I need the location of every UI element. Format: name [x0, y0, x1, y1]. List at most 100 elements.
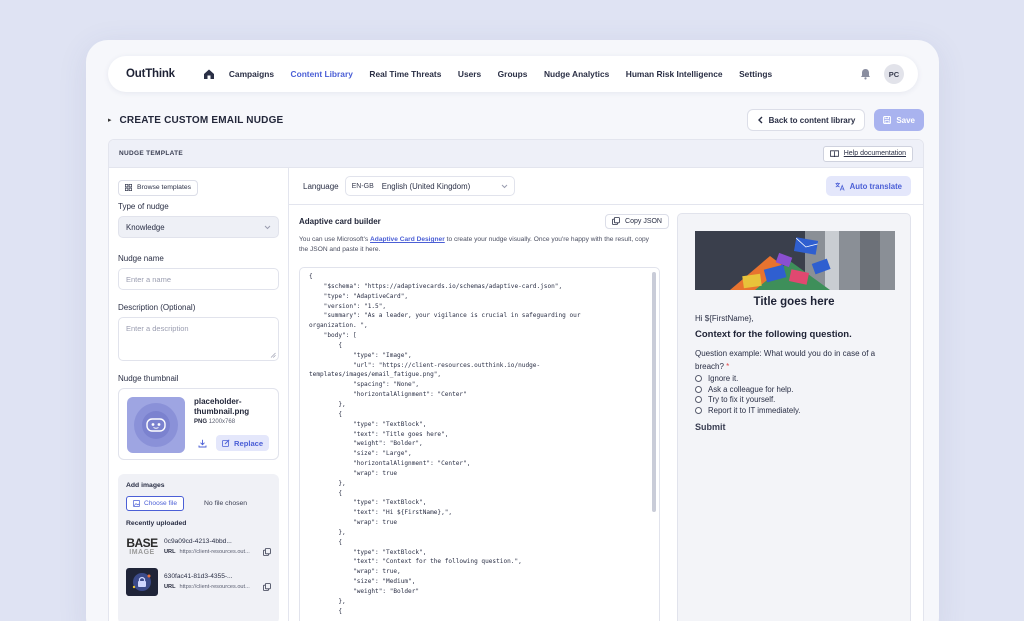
preview-context: Context for the following question.	[695, 329, 852, 340]
recent-item-url-row: URL https://client-resources.out...	[164, 548, 271, 556]
recent-item-id: 0c9a09cd-4213-4bbd...	[164, 538, 232, 545]
auto-translate-button[interactable]: Auto translate	[825, 176, 911, 196]
chevron-down-icon	[264, 225, 271, 229]
nav-content-library[interactable]: Content Library	[291, 69, 353, 79]
thumbnail-meta: PNG 1200x768	[194, 419, 269, 425]
option-label: Ignore it.	[708, 374, 739, 384]
description-placeholder: Enter a description	[126, 324, 189, 333]
language-select[interactable]: EN-GB English (United Kingdom)	[344, 176, 515, 196]
nav-groups[interactable]: Groups	[498, 69, 528, 79]
choose-file-label: Choose file	[144, 500, 177, 507]
builder-title: Adaptive card builder	[299, 216, 381, 226]
nav-human-risk-intelligence[interactable]: Human Risk Intelligence	[626, 69, 723, 79]
preview-option[interactable]: Ignore it.	[695, 374, 893, 383]
language-label: Language	[303, 181, 339, 191]
choose-file-button[interactable]: Choose file	[126, 496, 184, 511]
copy-icon[interactable]	[263, 548, 271, 556]
download-icon[interactable]	[194, 435, 210, 451]
copy-icon	[612, 217, 620, 225]
book-icon	[829, 150, 839, 157]
back-button-label: Back to content library	[768, 115, 856, 125]
nav-settings[interactable]: Settings	[739, 69, 772, 79]
base-image-thumbnail-bottom: IMAGE	[129, 549, 155, 556]
type-of-nudge-select[interactable]: Knowledge	[118, 216, 279, 238]
panel-header: NUDGE TEMPLATE Help documentation	[109, 140, 923, 168]
builder-description: You can use Microsoft's Adaptive Card De…	[299, 235, 659, 255]
editor-scrollbar[interactable]	[652, 272, 656, 512]
recent-item-info: 630fac41-81d3-4355-... URL https://clien…	[164, 573, 271, 591]
preview-option[interactable]: Try to fix it yourself.	[695, 395, 893, 404]
nudge-name-label: Nudge name	[118, 254, 164, 263]
nav-users[interactable]: Users	[458, 69, 481, 79]
save-button[interactable]: Save	[874, 109, 924, 131]
nav-nudge-analytics[interactable]: Nudge Analytics	[544, 69, 609, 79]
card-preview: Title goes here Hi ${FirstName}, Context…	[677, 213, 911, 621]
recent-item-url: https://client-resources.out...	[179, 584, 250, 590]
nudge-name-placeholder: Enter a name	[126, 274, 172, 284]
list-item[interactable]: 630fac41-81d3-4355-... URL https://clien…	[126, 567, 271, 597]
language-value: English (United Kingdom)	[381, 181, 471, 191]
thumbnail-card: placeholder-thumbnail.png PNG 1200x768 R…	[118, 388, 279, 460]
recent-item-info: 0c9a09cd-4213-4bbd... URL https://client…	[164, 538, 271, 556]
panel-title: NUDGE TEMPLATE	[119, 150, 184, 157]
radio-button[interactable]	[695, 406, 702, 414]
preview-option[interactable]: Report it to IT immediately.	[695, 406, 893, 415]
description-textarea[interactable]: Enter a description	[118, 317, 279, 361]
preview-greeting: Hi ${FirstName},	[695, 314, 754, 323]
url-label: URL	[164, 549, 176, 555]
robot-face-icon	[146, 418, 166, 432]
add-images-section: Add images Choose file No file chosen Re…	[118, 474, 279, 621]
browse-templates-button[interactable]: Browse templates	[118, 179, 199, 196]
radio-button[interactable]	[695, 375, 702, 383]
copy-icon[interactable]	[263, 583, 271, 591]
option-label: Report it to IT immediately.	[708, 405, 801, 415]
nav-campaigns[interactable]: Campaigns	[229, 69, 274, 79]
auto-translate-label: Auto translate	[849, 181, 902, 191]
adaptive-card-designer-link[interactable]: Adaptive Card Designer	[370, 236, 445, 243]
back-to-library-button[interactable]: Back to content library	[746, 109, 866, 131]
help-documentation-label: Help documentation	[843, 150, 906, 157]
add-images-title: Add images	[126, 482, 165, 489]
language-code: EN-GB	[351, 182, 374, 190]
nudge-name-input[interactable]: Enter a name	[118, 268, 279, 290]
avatar[interactable]: PC	[884, 64, 904, 84]
copy-json-button[interactable]: Copy JSON	[605, 213, 669, 229]
nav-right: PC	[860, 64, 904, 84]
file-chooser-row: Choose file No file chosen	[126, 496, 271, 511]
radio-button[interactable]	[695, 396, 702, 404]
submit-button[interactable]: Submit	[695, 422, 893, 432]
translate-icon	[835, 182, 845, 191]
url-label: URL	[164, 584, 176, 590]
recent-item-url: https://client-resources.out...	[179, 549, 250, 555]
thumbnail-size: 1200x768	[208, 419, 236, 425]
settings-column: Browse templates Type of nudge Knowledge…	[109, 168, 289, 621]
nav-real-time-threats[interactable]: Real Time Threats	[369, 69, 441, 79]
app-window: OutThink Campaigns Content Library Real …	[86, 40, 939, 621]
json-editor[interactable]: { "$schema": "https://adaptivecards.io/s…	[299, 267, 660, 621]
edit-icon	[222, 439, 230, 447]
thumbnail-format: PNG	[194, 419, 208, 425]
lock-icon	[132, 573, 151, 591]
preview-title: Title goes here	[753, 296, 835, 308]
copy-json-label: Copy JSON	[625, 217, 662, 225]
resize-grip-icon[interactable]	[270, 352, 276, 358]
builder-desc-text-1: You can use Microsoft's	[299, 236, 371, 243]
help-documentation-button[interactable]: Help documentation	[822, 145, 913, 162]
preview-question-text: Question example: What would you do in c…	[695, 349, 876, 371]
caret-right-icon[interactable]: ▸	[108, 116, 112, 124]
required-mark: *	[726, 362, 730, 371]
base-image-thumbnail-top: BASE	[126, 536, 158, 550]
radio-button[interactable]	[695, 385, 702, 393]
preview-question: Question example: What would you do in c…	[695, 347, 895, 373]
bell-icon[interactable]	[860, 68, 872, 80]
save-icon	[883, 116, 892, 124]
preview-option[interactable]: Ask a colleague for help.	[695, 385, 893, 394]
replace-label: Replace	[234, 438, 264, 448]
home-icon[interactable]	[203, 68, 215, 80]
recent-item-id: 630fac41-81d3-4355-...	[164, 573, 233, 580]
json-code[interactable]: { "$schema": "https://adaptivecards.io/s…	[300, 268, 659, 617]
language-bar: Language EN-GB English (United Kingdom) …	[289, 168, 923, 205]
logo[interactable]: OutThink	[126, 68, 175, 80]
replace-button[interactable]: Replace	[216, 435, 270, 451]
list-item[interactable]: BASE IMAGE 0c9a09cd-4213-4bbd... URL htt…	[126, 532, 271, 562]
